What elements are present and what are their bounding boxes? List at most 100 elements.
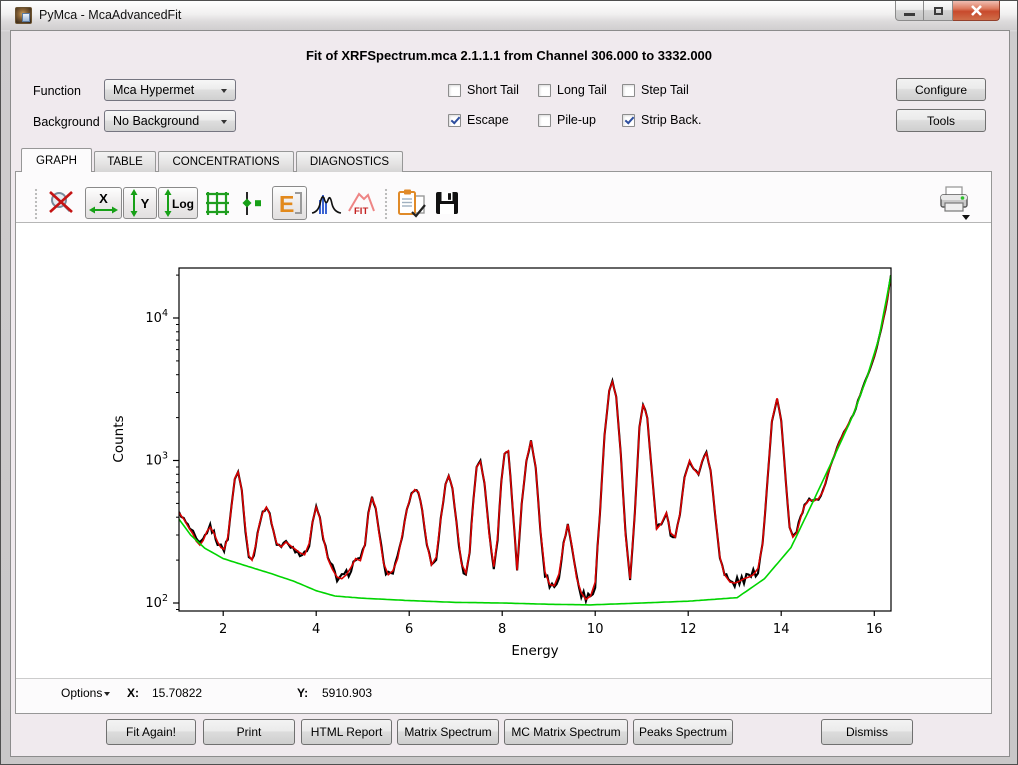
svg-text:Y: Y bbox=[141, 196, 150, 211]
tools-button[interactable]: Tools bbox=[896, 109, 986, 132]
y-autoscale-button[interactable]: Y bbox=[123, 187, 157, 219]
svg-text:2: 2 bbox=[219, 622, 227, 637]
checkbox-strip-back[interactable]: Strip Back. bbox=[622, 113, 701, 127]
checkbox-pile-up[interactable]: Pile-up bbox=[538, 113, 596, 127]
checkbox-label: Strip Back. bbox=[641, 113, 701, 127]
marker-selection-icon bbox=[238, 190, 266, 217]
tab-diagnostics[interactable]: DIAGNOSTICS bbox=[296, 151, 403, 172]
options-dropdown-arrow-icon bbox=[104, 692, 110, 696]
checkbox-box[interactable] bbox=[622, 114, 635, 127]
background-select[interactable]: No Background bbox=[104, 110, 236, 132]
svg-text:102: 102 bbox=[145, 593, 168, 611]
toolbar-handle[interactable] bbox=[384, 188, 389, 220]
svg-text:16: 16 bbox=[866, 622, 883, 637]
checkbox-escape[interactable]: Escape bbox=[448, 113, 509, 127]
checkbox-box[interactable] bbox=[538, 84, 551, 97]
svg-text:12: 12 bbox=[680, 622, 697, 637]
toolbar-handle[interactable] bbox=[34, 188, 39, 220]
html-report-button[interactable]: HTML Report bbox=[301, 719, 392, 745]
copy-to-clipboard-button[interactable] bbox=[395, 188, 429, 224]
fit-again-button[interactable]: Fit Again! bbox=[106, 719, 196, 745]
print-icon bbox=[937, 185, 971, 221]
checkbox-box[interactable] bbox=[448, 84, 461, 97]
restore-icon bbox=[934, 7, 943, 15]
fit-header-title: Fit of XRFSpectrum.mca 2.1.1.1 from Chan… bbox=[1, 48, 1017, 63]
options-menu[interactable]: Options bbox=[61, 686, 110, 700]
grid-toggle-button[interactable] bbox=[204, 190, 231, 222]
function-select[interactable]: Mca Hypermet bbox=[104, 79, 236, 101]
save-icon bbox=[433, 189, 461, 217]
svg-text:14: 14 bbox=[773, 622, 790, 637]
checkbox-short-tail[interactable]: Short Tail bbox=[448, 83, 519, 97]
checkbox-label: Step Tail bbox=[641, 83, 689, 97]
checkbox-long-tail[interactable]: Long Tail bbox=[538, 83, 607, 97]
pymca-window: PyMca - McaAdvancedFit Fit of XRFSpectru… bbox=[0, 0, 1018, 765]
peaks-toggle-button[interactable] bbox=[311, 191, 342, 221]
svg-text:Counts: Counts bbox=[111, 415, 127, 462]
print-button[interactable] bbox=[937, 185, 971, 226]
fit-icon: FIT bbox=[345, 190, 378, 217]
fit-refresh-button[interactable]: FIT bbox=[345, 190, 378, 222]
cursor-x-label: X: bbox=[127, 686, 139, 700]
x-autoscale-button[interactable]: X bbox=[85, 187, 122, 219]
cursor-y-value: 5910.903 bbox=[322, 686, 372, 700]
save-button[interactable] bbox=[433, 189, 461, 222]
checkbox-step-tail[interactable]: Step Tail bbox=[622, 83, 689, 97]
checkbox-box[interactable] bbox=[622, 84, 635, 97]
checkbox-label: Escape bbox=[467, 113, 509, 127]
tab-table[interactable]: TABLE bbox=[94, 151, 156, 172]
background-select-value: No Background bbox=[113, 114, 199, 128]
svg-text:X: X bbox=[99, 191, 108, 206]
close-button[interactable] bbox=[953, 1, 1000, 21]
print-report-button[interactable]: Print bbox=[203, 719, 295, 745]
energy-axis-button[interactable]: E bbox=[272, 186, 307, 220]
close-icon bbox=[970, 5, 983, 16]
marker-selection-button[interactable] bbox=[238, 190, 266, 222]
tab-concentrations[interactable]: CONCENTRATIONS bbox=[158, 151, 294, 172]
zoom-reset-button[interactable] bbox=[46, 189, 76, 222]
pymca-app-icon bbox=[15, 7, 32, 24]
caption-buttons bbox=[895, 1, 1000, 21]
zoom-reset-icon bbox=[46, 189, 76, 217]
log-scale-button[interactable]: Log bbox=[158, 187, 198, 219]
cursor-y-label: Y: bbox=[297, 686, 308, 700]
copy-to-clipboard-icon bbox=[395, 188, 429, 219]
peaks-icon bbox=[311, 191, 342, 216]
checkbox-box[interactable] bbox=[538, 114, 551, 127]
svg-text:103: 103 bbox=[145, 451, 168, 469]
matrix-spectrum-button[interactable]: Matrix Spectrum bbox=[397, 719, 499, 745]
svg-text:Energy: Energy bbox=[511, 643, 558, 659]
restore-button[interactable] bbox=[924, 1, 953, 21]
minimize-icon bbox=[904, 13, 915, 16]
chevron-down-icon bbox=[221, 120, 227, 124]
chevron-down-icon bbox=[221, 89, 227, 93]
configure-button[interactable]: Configure bbox=[896, 78, 986, 101]
svg-text:10: 10 bbox=[587, 622, 604, 637]
grid-icon bbox=[204, 190, 231, 217]
svg-text:6: 6 bbox=[405, 622, 413, 637]
window-title: PyMca - McaAdvancedFit bbox=[39, 8, 181, 22]
peaks-spectrum-button[interactable]: Peaks Spectrum bbox=[633, 719, 733, 745]
svg-text:104: 104 bbox=[145, 308, 168, 326]
svg-text:E: E bbox=[279, 191, 294, 217]
cursor-x-value: 15.70822 bbox=[152, 686, 202, 700]
checkbox-box[interactable] bbox=[448, 114, 461, 127]
svg-text:Log: Log bbox=[172, 197, 194, 211]
function-label: Function bbox=[33, 84, 81, 98]
y-autoscale-icon: Y bbox=[126, 189, 154, 217]
svg-text:4: 4 bbox=[312, 622, 320, 637]
svg-text:8: 8 bbox=[498, 622, 506, 637]
x-autoscale-icon: X bbox=[88, 190, 119, 217]
mc-matrix-spectrum-button[interactable]: MC Matrix Spectrum bbox=[504, 719, 628, 745]
energy-axis-icon: E bbox=[275, 188, 304, 218]
titlebar[interactable]: PyMca - McaAdvancedFit bbox=[1, 1, 1017, 30]
spectrum-chart-canvas[interactable]: 102 103 104 2 4 6 8 10 12 14 16 Energy Counts bbox=[16, 223, 991, 678]
tab-graph[interactable]: GRAPH bbox=[21, 148, 92, 172]
minimize-button[interactable] bbox=[895, 1, 924, 21]
dismiss-button[interactable]: Dismiss bbox=[821, 719, 913, 745]
checkbox-label: Pile-up bbox=[557, 113, 596, 127]
checkbox-label: Short Tail bbox=[467, 83, 519, 97]
checkbox-label: Long Tail bbox=[557, 83, 607, 97]
chart-divider bbox=[16, 678, 991, 679]
svg-text:FIT: FIT bbox=[354, 206, 368, 217]
